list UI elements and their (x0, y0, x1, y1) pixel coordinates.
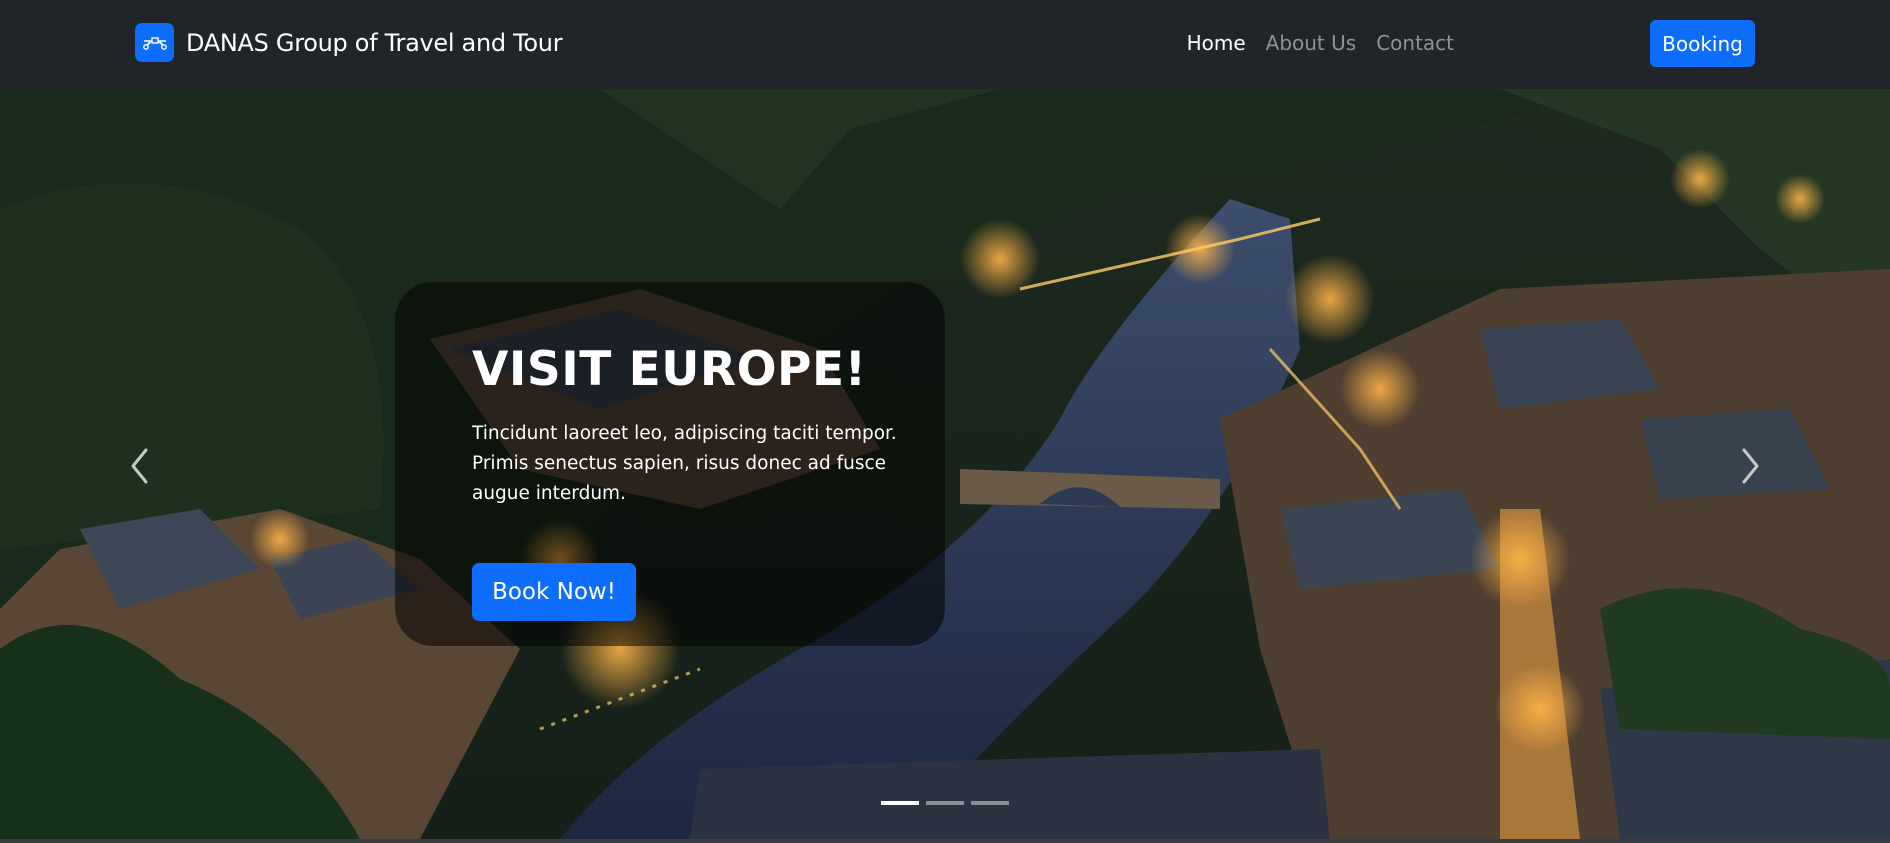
hero-carousel: VISIT EUROPE! Tincidunt laoreet leo, adi… (0, 89, 1890, 839)
book-now-button[interactable]: Book Now! (472, 563, 636, 621)
nav-link-contact[interactable]: Contact (1376, 31, 1454, 55)
hero-caption: VISIT EUROPE! Tincidunt laoreet leo, adi… (395, 282, 945, 646)
hero-description: Tincidunt laoreet leo, adipiscing taciti… (472, 423, 897, 504)
brand-title: DANAS Group of Travel and Tour (186, 28, 563, 57)
carousel-indicators (881, 801, 1016, 805)
chevron-left-icon (131, 448, 148, 484)
nav-link-home[interactable]: Home (1187, 31, 1246, 55)
hero-title: VISIT EUROPE! (472, 342, 867, 397)
bottom-divider (0, 839, 1890, 843)
nav-links: Home About Us Contact (1187, 31, 1454, 55)
carousel-next-button[interactable] (1730, 436, 1770, 496)
hero-background-image (0, 89, 1890, 839)
bezier-icon (135, 23, 174, 62)
carousel-indicator-2[interactable] (926, 801, 964, 805)
nav-link-about[interactable]: About Us (1266, 31, 1357, 55)
chevron-right-icon (1742, 448, 1759, 484)
carousel-indicator-1[interactable] (881, 801, 919, 805)
booking-button[interactable]: Booking (1650, 20, 1755, 67)
carousel-indicator-3[interactable] (971, 801, 1009, 805)
brand[interactable]: DANAS Group of Travel and Tour (135, 23, 563, 62)
navbar: DANAS Group of Travel and Tour Home Abou… (0, 0, 1890, 89)
carousel-prev-button[interactable] (120, 436, 160, 496)
